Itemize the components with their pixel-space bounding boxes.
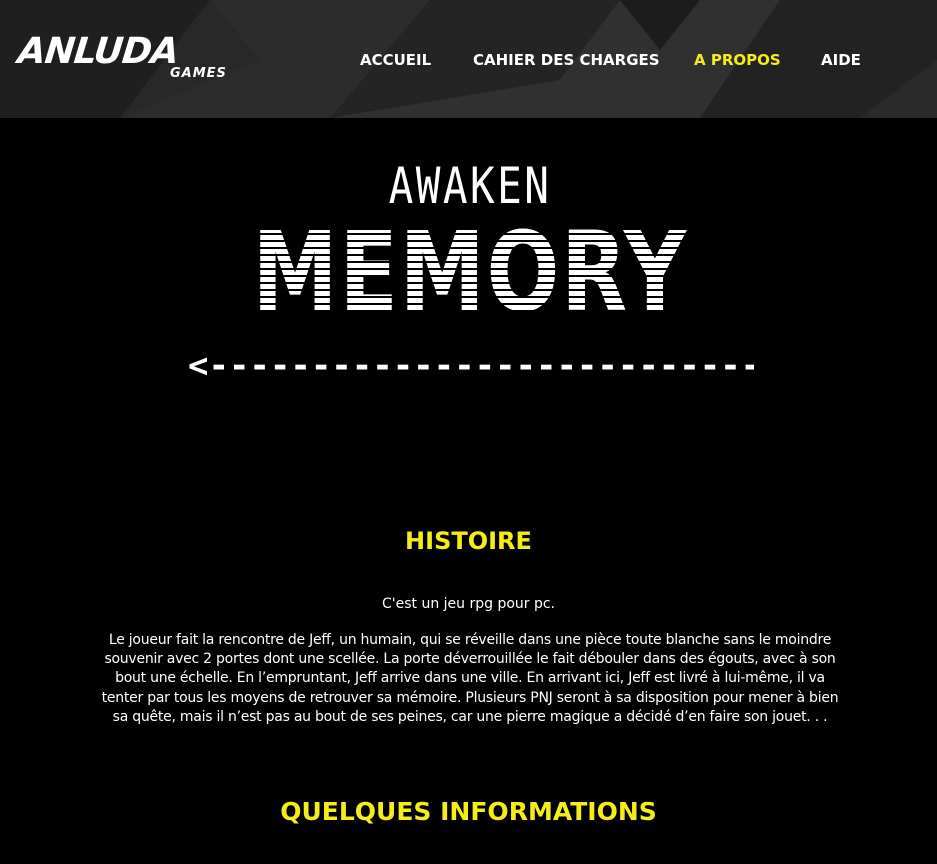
nav-item-accueil[interactable]: ACCUEIL (360, 50, 431, 70)
logo-line-awaken: AWAKEN (388, 157, 552, 215)
main-nav: ACCUEIL CAHIER DES CHARGES A PROPOS AIDE (0, 50, 937, 70)
nav-item-cahier-des-charges[interactable]: CAHIER DES CHARGES (473, 50, 660, 70)
histoire-text: Le joueur fait la rencontre de Jeff, un … (101, 632, 839, 725)
nav-item-a-propos[interactable]: A PROPOS (694, 50, 781, 70)
site-header: ANLUDA GAMES ACCUEIL CAHIER DES CHARGES … (0, 0, 937, 118)
awaken-memory-logo: AWAKEN MEMORY <-------------------------… (170, 150, 770, 390)
nav-item-aide[interactable]: AIDE (821, 50, 861, 70)
histoire-intro: C'est un jeu rpg pour pc. (381, 596, 556, 612)
section-title-informations: QUELQUES INFORMATIONS (280, 797, 657, 826)
double-arrow-icon: <----------------------------> (188, 346, 754, 386)
logo-line-memory: MEMORY (252, 208, 688, 336)
section-title-histoire: HISTOIRE (405, 527, 532, 555)
